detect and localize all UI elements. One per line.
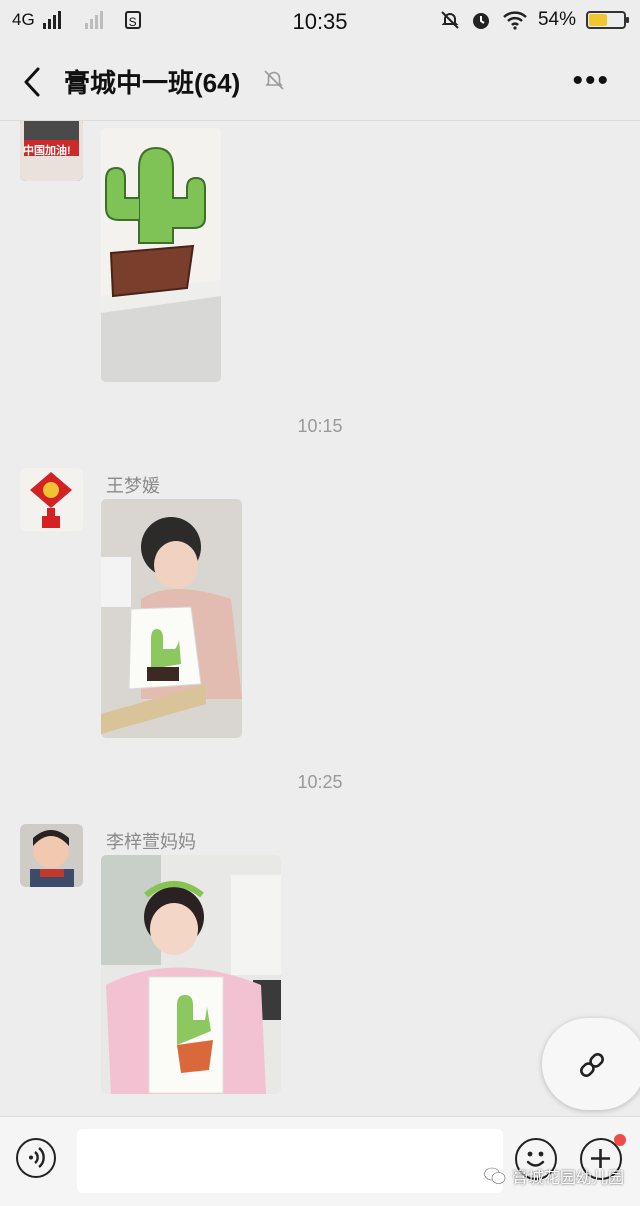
image-message-cactus-drawing[interactable] [101, 128, 221, 382]
battery-percent: 54% [537, 9, 576, 30]
sender-name: 王梦媛 [106, 476, 160, 496]
image-message-child-with-drawing[interactable] [101, 499, 242, 738]
status-bar: 4G S 10:35 54% [0, 0, 640, 44]
avatar[interactable] [20, 824, 83, 887]
message-input[interactable] [77, 1129, 503, 1193]
avatar-caption: 中国加油! [23, 145, 71, 157]
chat-header: 膏城中一班(64) ••• [0, 44, 640, 121]
battery-icon [586, 11, 629, 29]
more-options-button[interactable]: ••• [572, 64, 610, 98]
wifi-icon [503, 11, 527, 30]
sender-name: 李梓萱妈妈 [106, 832, 196, 852]
image-message-girl-holding-drawing[interactable] [101, 855, 281, 1094]
watermark-text: 膏城花园幼儿园 [512, 1170, 625, 1187]
watermark: 膏城花园幼儿园 [484, 1164, 624, 1188]
voice-icon [29, 1147, 45, 1168]
chinese-knot-icon [20, 468, 83, 531]
back-arrow-icon[interactable] [18, 64, 48, 100]
mute-bell-icon [441, 11, 459, 29]
link-icon [580, 1053, 604, 1077]
muted-bell-icon [264, 70, 284, 90]
avatar[interactable] [20, 468, 83, 531]
message-timestamp: 10:15 [297, 416, 343, 436]
message-timestamp: 10:25 [297, 772, 343, 792]
message-list[interactable]: 中国加油! 10:15 王梦媛 10:25 李梓萱妈妈 [0, 121, 640, 1116]
input-bar [0, 1116, 640, 1206]
alarm-icon [472, 13, 489, 29]
avatar[interactable]: 中国加油! [20, 121, 83, 181]
chat-title: 膏城中一班(64) [64, 68, 241, 98]
notification-badge [614, 1134, 626, 1146]
wechat-logo-icon [484, 1167, 506, 1184]
voice-input-button[interactable] [16, 1138, 56, 1178]
link-float-button[interactable] [542, 1018, 640, 1110]
